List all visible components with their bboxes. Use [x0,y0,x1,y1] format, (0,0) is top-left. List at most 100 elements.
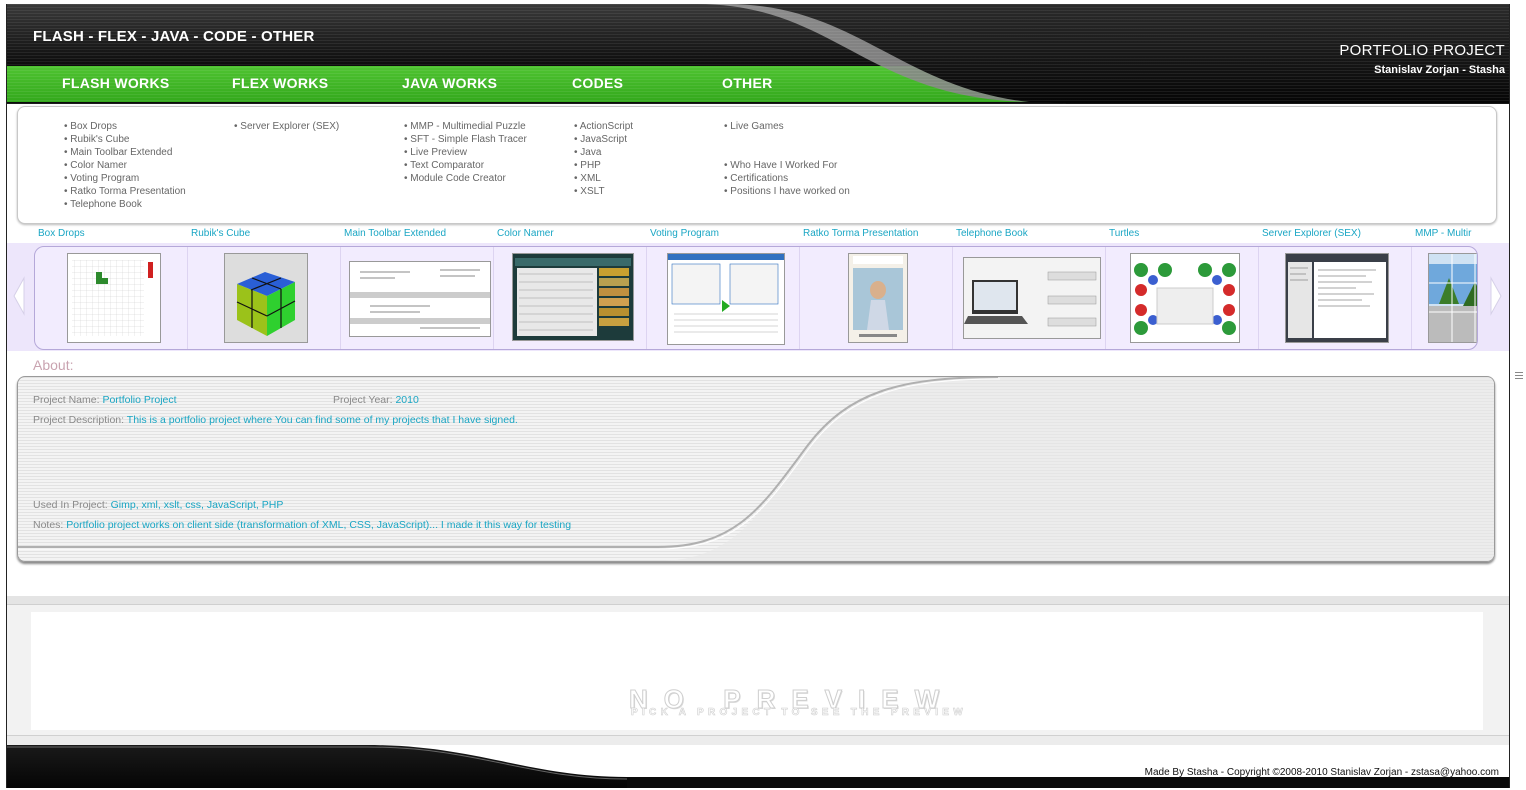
thumb-label-color-namer[interactable]: Color Namer [497,228,554,239]
link-label: Live Games [730,121,784,132]
carousel-prev-arrow-icon[interactable] [12,276,26,316]
link-who-have-i-worked-for[interactable]: • Who Have I Worked For [724,159,850,172]
thumbnail-image [1130,253,1240,343]
thumb-label-rubiks-cube[interactable]: Rubik's Cube [191,228,250,239]
thumb-ratko-torma[interactable] [800,247,953,349]
link-java[interactable]: • Java [574,146,633,159]
link-rubiks-cube[interactable]: • Rubik's Cube [64,133,186,146]
link-server-explorer[interactable]: • Server Explorer (SEX) [234,120,339,133]
nav-flex-works[interactable]: FLEX WORKS [232,75,328,91]
flex-links-list: • Server Explorer (SEX) [234,120,339,133]
thumb-label-turtles[interactable]: Turtles [1109,228,1139,239]
carousel-next-arrow-icon[interactable] [1489,276,1503,316]
link-label: SFT - Simple Flash Tracer [410,134,527,145]
link-label: Color Namer [70,160,127,171]
thumb-label-telephone-book[interactable]: Telephone Book [956,228,1028,239]
link-label: Java [580,147,602,158]
link-certifications[interactable]: • Certifications [724,172,850,185]
link-xslt[interactable]: • XSLT [574,185,633,198]
thumb-voting-program[interactable] [647,247,800,349]
nav-other[interactable]: OTHER [722,75,773,91]
link-label: Ratko Torma Presentation [70,186,186,197]
thumb-server-explorer[interactable] [1259,247,1412,349]
footer-copyright: Made By Stasha - Copyright ©2008-2010 St… [1144,767,1499,778]
link-mmp-multimedial-puzzle[interactable]: • MMP - Multimedial Puzzle [404,120,527,133]
link-text-comparator[interactable]: • Text Comparator [404,159,527,172]
notes-label: Notes: [33,519,64,531]
about-panel: Project Name: Portfolio Project Project … [17,376,1495,562]
no-preview-subtitle: PICK A PROJECT TO SEE THE PREVIEW [631,707,968,719]
about-heading: About: [33,357,74,373]
link-live-games[interactable]: • Live Games [724,120,850,133]
link-label: Voting Program [70,173,140,184]
link-live-preview[interactable]: • Live Preview [404,146,527,159]
project-description-label: Project Description: [33,414,125,426]
link-label: JavaScript [580,134,627,145]
project-name-value: Portfolio Project [102,394,177,406]
link-telephone-book[interactable]: • Telephone Book [64,198,186,211]
preview-box: NO PREVIEW PICK A PROJECT TO SEE THE PRE… [31,612,1483,730]
link-label: Positions I have worked on [730,186,850,197]
thumb-rubiks-cube[interactable] [188,247,341,349]
notes-row: Notes: Portfolio project works on client… [33,519,571,531]
link-javascript[interactable]: • JavaScript [574,133,633,146]
thumb-turtles[interactable] [1106,247,1259,349]
other-links-list: • Live Games • Who Have I Worked For • C… [724,120,850,198]
notes-value: Portfolio project works on client side (… [66,519,572,531]
link-main-toolbar-extended[interactable]: • Main Toolbar Extended [64,146,186,159]
page-scrollbar[interactable] [1512,0,1526,790]
link-label: MMP - Multimedial Puzzle [410,121,526,132]
link-voting-program[interactable]: • Voting Program [64,172,186,185]
link-label: XML [580,173,601,184]
thumb-telephone-book[interactable] [953,247,1106,349]
used-in-project-label: Used In Project: [33,499,108,511]
thumb-main-toolbar[interactable] [341,247,494,349]
thumb-label-main-toolbar[interactable]: Main Toolbar Extended [344,228,446,239]
thumb-label-server-explorer[interactable]: Server Explorer (SEX) [1262,228,1361,239]
codes-links-list: • ActionScript • JavaScript • Java • PHP… [574,120,633,198]
thumb-box-drops[interactable] [35,247,188,349]
project-name-row: Project Name: Portfolio Project [33,394,177,406]
link-label: Who Have I Worked For [730,160,838,171]
link-label: Certifications [730,173,789,184]
thumb-label-box-drops[interactable]: Box Drops [38,228,85,239]
thumb-label-voting-program[interactable]: Voting Program [650,228,719,239]
site-footer: Made By Stasha - Copyright ©2008-2010 St… [7,745,1509,788]
project-year-row: Project Year: 2010 [333,394,419,406]
link-xml[interactable]: • XML [574,172,633,185]
link-label: Module Code Creator [410,173,506,184]
thumb-label-mmp[interactable]: MMP - Multir [1415,228,1471,239]
link-label: Main Toolbar Extended [70,147,173,158]
thumb-color-namer[interactable] [494,247,647,349]
thumbnail-image [1428,253,1477,343]
project-description-value: This is a portfolio project where You ca… [126,414,518,426]
link-label: Live Preview [410,147,467,158]
about-swoosh-decoration [18,377,1494,561]
scrollbar-grip-icon[interactable] [1515,371,1523,379]
page-frame: FLASH - FLEX - JAVA - CODE - OTHER PORTF… [6,4,1510,788]
link-actionscript[interactable]: • ActionScript [574,120,633,133]
link-positions-worked-on[interactable]: • Positions I have worked on [724,185,850,198]
link-ratko-torma-presentation[interactable]: • Ratko Torma Presentation [64,185,186,198]
thumb-mmp[interactable] [1412,247,1477,349]
project-year-value: 2010 [395,394,419,406]
thumb-label-ratko-torma[interactable]: Ratko Torma Presentation [803,228,918,239]
thumbnail-image [1285,253,1389,343]
nav-codes[interactable]: CODES [572,75,623,91]
link-php[interactable]: • PHP [574,159,633,172]
author-name: Stanislav Zorjan - Stasha [1374,64,1505,76]
link-box-drops[interactable]: • Box Drops [64,120,186,133]
used-in-project-row: Used In Project: Gimp, xml, xslt, css, J… [33,499,283,511]
link-sft-simple-flash-tracer[interactable]: • SFT - Simple Flash Tracer [404,133,527,146]
link-module-code-creator[interactable]: • Module Code Creator [404,172,527,185]
nav-java-works[interactable]: JAVA WORKS [402,75,497,91]
project-links-panel: • Box Drops • Rubik's Cube • Main Toolba… [17,106,1497,224]
site-header: FLASH - FLEX - JAVA - CODE - OTHER PORTF… [7,4,1509,104]
link-label: Server Explorer (SEX) [240,121,340,132]
project-year-label: Project Year: [333,394,393,406]
link-color-namer[interactable]: • Color Namer [64,159,186,172]
link-label: Text Comparator [410,160,485,171]
thumbnail-image [224,253,308,343]
nav-flash-works[interactable]: FLASH WORKS [62,75,170,91]
